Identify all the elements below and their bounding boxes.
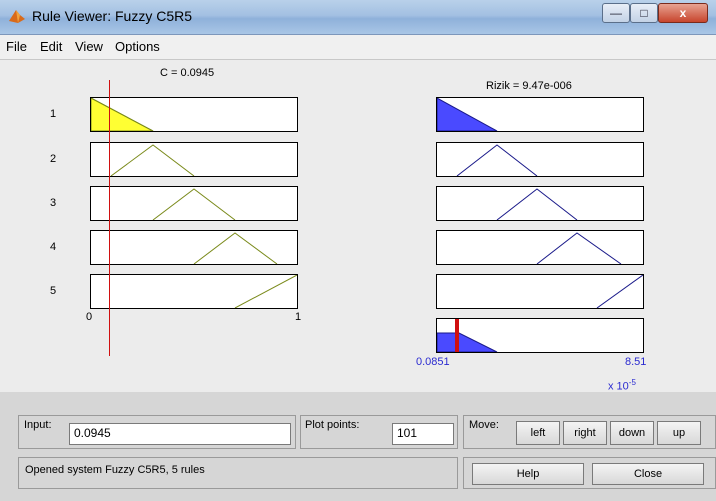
menu-bar: File Edit View Options	[0, 35, 716, 60]
move-right-button[interactable]: right	[563, 421, 607, 445]
input-variable-label: C = 0.0945	[160, 67, 215, 79]
menu-view[interactable]: View	[75, 39, 103, 54]
output-mf-plot-4	[436, 230, 644, 265]
status-panel: Opened system Fuzzy C5R5, 5 rules	[18, 457, 458, 489]
title-bar: Rule Viewer: Fuzzy C5R5 — □ x	[0, 0, 716, 35]
input-mf-plot-4[interactable]	[90, 230, 298, 265]
input-tick-min: 0	[86, 311, 93, 323]
menu-edit[interactable]: Edit	[40, 39, 62, 54]
input-field[interactable]: 0.0945	[69, 423, 291, 445]
window-title: Rule Viewer: Fuzzy C5R5	[32, 8, 193, 24]
input-mf-plot-3[interactable]	[90, 186, 298, 221]
output-mf-plot-3	[436, 186, 644, 221]
output-tick-max: 8.51	[625, 356, 647, 368]
input-tick-max: 1	[295, 311, 302, 323]
close-window-button[interactable]: x	[658, 3, 708, 23]
dialog-buttons-panel: Help Close	[463, 457, 716, 489]
plot-points-label: Plot points:	[305, 419, 360, 431]
plot-points-panel: Plot points: 101	[300, 415, 458, 449]
output-mf-plot-1	[436, 97, 644, 132]
help-button[interactable]: Help	[472, 463, 584, 485]
maximize-button[interactable]: □	[630, 3, 658, 23]
output-variable-label: Rizik = 9.47e-006	[486, 80, 572, 92]
rule-number-1: 1	[50, 108, 57, 120]
rule-number-5: 5	[50, 285, 57, 297]
input-mf-plot-2[interactable]	[90, 142, 298, 177]
close-button[interactable]: Close	[592, 463, 704, 485]
move-panel: Move: left right down up	[463, 415, 716, 449]
menu-file[interactable]: File	[6, 39, 27, 54]
input-value-indicator[interactable]	[109, 80, 110, 356]
rule-number-2: 2	[50, 153, 57, 165]
status-text: Opened system Fuzzy C5R5, 5 rules	[25, 464, 205, 476]
rule-number-4: 4	[50, 241, 57, 253]
move-label: Move:	[469, 419, 499, 431]
output-mf-plot-2	[436, 142, 644, 177]
move-up-button[interactable]: up	[657, 421, 701, 445]
output-centroid-marker	[455, 319, 459, 352]
rule-plot-area: C = 0.0945 Rizik = 9.47e-006 1 2 3 4 5 0…	[0, 60, 716, 393]
input-mf-plot-5[interactable]	[90, 274, 298, 309]
rule-number-3: 3	[50, 197, 57, 209]
input-label: Input:	[24, 419, 52, 431]
output-scale-label: x 10-5	[608, 378, 636, 393]
move-down-button[interactable]: down	[610, 421, 654, 445]
control-area: Input: 0.0945 Plot points: 101 Move: lef…	[0, 395, 716, 501]
minimize-button[interactable]: —	[602, 3, 630, 23]
menu-options[interactable]: Options	[115, 39, 160, 54]
move-left-button[interactable]: left	[516, 421, 560, 445]
plot-points-field[interactable]: 101	[392, 423, 454, 445]
input-mf-plot-1[interactable]	[90, 97, 298, 132]
matlab-icon	[9, 10, 25, 23]
output-aggregate-plot	[436, 318, 644, 353]
input-panel: Input: 0.0945	[18, 415, 296, 449]
output-tick-min: 0.0851	[416, 356, 450, 368]
output-mf-plot-5	[436, 274, 644, 309]
